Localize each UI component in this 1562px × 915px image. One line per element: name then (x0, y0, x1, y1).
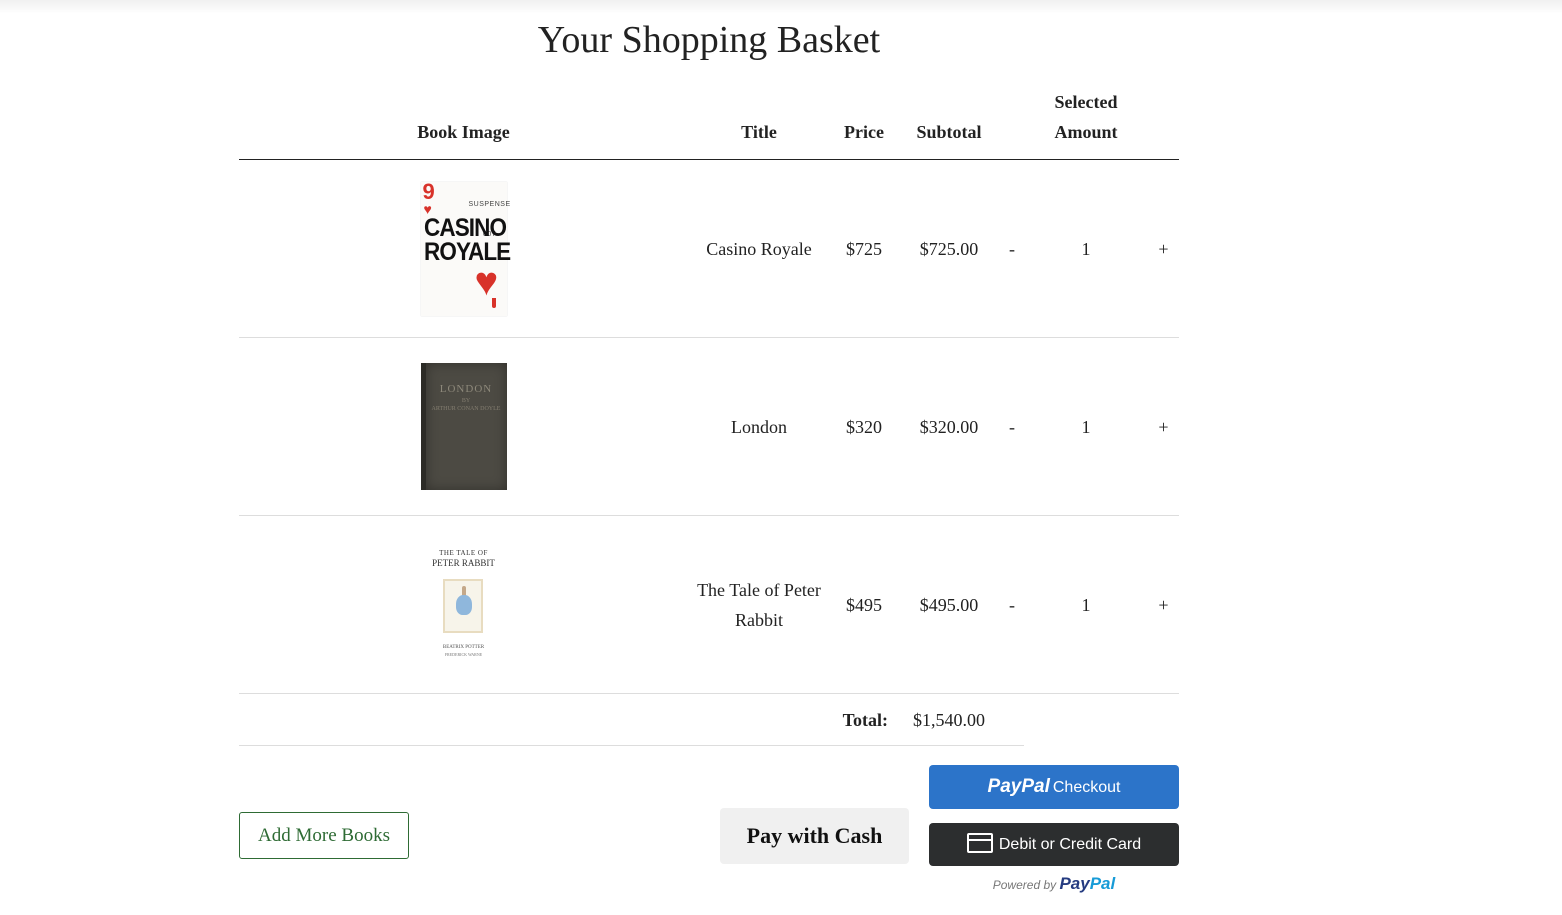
cover-line2: PETER RABBIT (432, 557, 495, 568)
paypal-small-pay: Pay (1059, 874, 1090, 893)
total-spacer (1148, 694, 1179, 746)
cover-subtitle-text: BY ARTHUR CONAN DOYLE (426, 397, 507, 413)
rabbit-icon (455, 594, 472, 615)
basket-table: Book Image Title Price Subtotal Selected… (239, 87, 1179, 746)
decrement-button[interactable]: - (1000, 337, 1024, 516)
header-spacer-minus (1000, 87, 1024, 160)
header-price: Price (830, 87, 898, 160)
heart-drip (491, 297, 496, 308)
rabbit-illustration (442, 578, 483, 633)
cover-author: BEATRIX POTTER (442, 644, 485, 650)
book-image-cell: 9 ♥ SUSPENSE 007 CASINO ROYALE ♥ (239, 159, 688, 338)
header-row: Book Image Title Price Subtotal Selected… (239, 87, 1179, 160)
table-row: LONDON BY ARTHUR CONAN DOYLE London $320 … (239, 337, 1179, 516)
book-title: The Tale of Peter Rabbit (688, 515, 830, 694)
cover-title-text: CASINO ROYALE (423, 213, 511, 266)
book-cover-london: LONDON BY ARTHUR CONAN DOYLE (420, 363, 507, 490)
book-price: $320 (830, 337, 898, 516)
powered-by-paypal: Powered by PayPal (929, 874, 1179, 894)
book-price: $725 (830, 159, 898, 338)
book-title: London (688, 337, 830, 516)
header-amount-line1: Selected (1054, 92, 1118, 112)
book-title: Casino Royale (688, 159, 830, 338)
total-spacer (1024, 694, 1148, 746)
header-amount-line2: Amount (1054, 122, 1118, 142)
book-image-cell: LONDON BY ARTHUR CONAN DOYLE (239, 337, 688, 516)
increment-button[interactable]: + (1148, 159, 1179, 338)
paypal-small-pal: Pal (1089, 874, 1116, 893)
quantity-value: 1 (1024, 159, 1148, 338)
page-title-text: Your Shopping Basket (537, 19, 881, 61)
total-row: Total: $1,540.00 (239, 693, 1179, 746)
cover-publisher: FREDERICK WARNE (444, 651, 483, 657)
header-book-image: Book Image (239, 87, 688, 160)
card-button-label: Debit or Credit Card (998, 836, 1142, 853)
book-subtotal: $495.00 (898, 515, 1000, 694)
decrement-button[interactable]: - (1000, 159, 1024, 338)
book-price: $495 (830, 515, 898, 694)
paypal-checkout-label: Checkout (1052, 779, 1121, 796)
book-subtotal: $320.00 (898, 337, 1000, 516)
cover-card-rank: 9 (422, 178, 435, 204)
increment-button[interactable]: + (1148, 515, 1179, 694)
header-spacer-plus (1148, 87, 1179, 160)
table-row: 9 ♥ SUSPENSE 007 CASINO ROYALE ♥ Casino R… (239, 159, 1179, 338)
total-spacer (1000, 693, 1024, 746)
page-title: Your Shopping Basket (239, 18, 1181, 62)
header-subtotal: Subtotal (898, 87, 1000, 160)
credit-card-icon (966, 832, 993, 853)
decrement-button[interactable]: - (1000, 515, 1024, 694)
book-cover-casino-royale: 9 ♥ SUSPENSE 007 CASINO ROYALE ♥ (420, 178, 511, 316)
total-value: $1,540.00 (898, 693, 1000, 746)
quantity-value: 1 (1024, 337, 1148, 516)
debit-credit-card-button[interactable]: Debit or Credit Card (929, 823, 1179, 866)
add-more-books-button[interactable]: Add More Books (239, 812, 409, 859)
top-shadow (0, 0, 1562, 14)
cover-title-text: LONDON (439, 383, 493, 395)
header-selected-amount: Selected Amount (1024, 87, 1148, 160)
total-label: Total: (239, 693, 898, 746)
increment-button[interactable]: + (1148, 337, 1179, 516)
cover-by: BY (461, 398, 471, 404)
pay-with-cash-button[interactable]: Pay with Cash (720, 808, 909, 864)
book-image-cell: THE TALE OF PETER RABBIT BEATRIX POTTER … (239, 515, 688, 694)
paypal-checkout-button[interactable]: PayPal Checkout (929, 765, 1179, 809)
cover-line1: THE TALE OF (439, 548, 488, 557)
cover-author: ARTHUR CONAN DOYLE (431, 406, 501, 412)
paypal-small-logo: PayPal (1059, 874, 1115, 893)
table-row: THE TALE OF PETER RABBIT BEATRIX POTTER … (239, 515, 1179, 694)
book-cover-peter-rabbit: THE TALE OF PETER RABBIT BEATRIX POTTER … (420, 548, 507, 661)
heart-icon: ♥ (474, 258, 499, 304)
powered-by-text: Powered by (992, 878, 1057, 892)
header-title: Title (688, 87, 830, 160)
quantity-value: 1 (1024, 515, 1148, 694)
paypal-logo: PayPal (987, 776, 1050, 797)
book-subtotal: $725.00 (898, 159, 1000, 338)
